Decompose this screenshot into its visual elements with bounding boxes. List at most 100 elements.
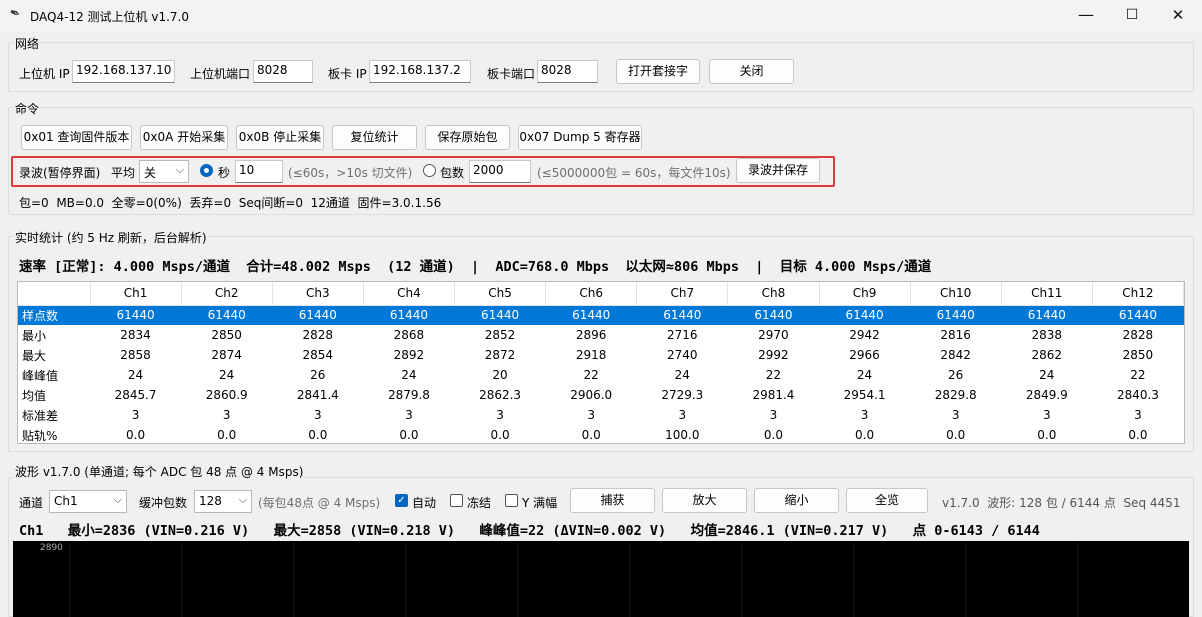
buffer-select[interactable]: 128 ⌵ bbox=[194, 490, 252, 513]
table-cell: 3 bbox=[222, 408, 231, 422]
table-row[interactable]: 最小 2834 2850 2828 2868 2852 2896 2716 2970 2942 28… bbox=[18, 325, 1184, 345]
table-cell: 2879.8 bbox=[387, 388, 430, 402]
table-cell: 20 bbox=[492, 368, 508, 382]
table-cell: 0.0 bbox=[1037, 428, 1057, 442]
zoom-out-button[interactable]: 缩小 bbox=[754, 488, 839, 513]
maximize-button[interactable]: ☐ bbox=[1109, 0, 1155, 32]
feather-app-icon: ✒ bbox=[7, 5, 23, 23]
table-cell: 2852 bbox=[484, 328, 516, 342]
zoom-in-button[interactable]: 放大 bbox=[662, 488, 747, 513]
column-header[interactable]: Ch2 bbox=[181, 282, 273, 306]
start-acquisition-button[interactable]: 0x0A 开始采集 bbox=[140, 125, 228, 150]
table-cell: 2896 bbox=[575, 328, 607, 342]
table-cell: 24 bbox=[1039, 368, 1055, 382]
table-cell: 2981.4 bbox=[752, 388, 795, 402]
dump-registers-button[interactable]: 0x07 Dump 5 寄存器 bbox=[518, 125, 642, 150]
table-cell: 26 bbox=[948, 368, 964, 382]
table-cell: 2716 bbox=[667, 328, 698, 342]
table-cell: 0.0 bbox=[581, 428, 601, 442]
close-socket-button[interactable]: 关闭 bbox=[709, 59, 794, 84]
open-socket-button[interactable]: 打开套接字 bbox=[616, 59, 700, 84]
buffer-select-value: 128 bbox=[199, 494, 222, 508]
close-button[interactable]: ✕ bbox=[1155, 0, 1201, 32]
packets-label: 包数 bbox=[440, 166, 465, 180]
board-port-field[interactable]: 8028 bbox=[537, 60, 598, 83]
table-cell: 2970 bbox=[758, 328, 789, 342]
query-firmware-button[interactable]: 0x01 查询固件版本 bbox=[21, 125, 132, 150]
column-header[interactable]: Ch7 bbox=[636, 282, 729, 306]
table-cell: 3 bbox=[951, 408, 960, 422]
table-cell: 2874 bbox=[211, 348, 242, 362]
avg-select[interactable]: 关 ⌵ bbox=[139, 160, 189, 183]
stats-table[interactable]: Ch1 Ch2 Ch3 Ch4 Ch5 Ch6 Ch7 Ch8 Ch9 Ch10 Ch11 Ch12 … bbox=[17, 281, 1185, 444]
save-raw-packets-button[interactable]: 保存原始包 bbox=[425, 125, 510, 150]
network-group bbox=[8, 42, 1194, 92]
freeze-checkbox[interactable] bbox=[450, 494, 463, 507]
record-label: 录波(暂停界面) bbox=[19, 166, 101, 180]
reset-stats-button[interactable]: 复位统计 bbox=[332, 125, 417, 150]
table-cell: 61440 bbox=[1001, 305, 1093, 325]
column-header[interactable]: Ch12 bbox=[1092, 282, 1185, 306]
table-row[interactable]: 峰峰值 24 24 26 24 20 22 24 22 24 26 24 22 bbox=[18, 365, 1184, 385]
table-cell: 61440 bbox=[90, 305, 182, 325]
table-row[interactable]: 均值 2845.7 2860.9 2841.4 2879.8 2862.3 2906.0 27… bbox=[18, 385, 1184, 405]
table-row[interactable]: 贴轨% 0.0 0.0 0.0 0.0 0.0 0.0 100.0 0.0 0.0 0.0 0.0 0.… bbox=[18, 425, 1184, 445]
waveform-info: v1.7.0 波形: 128 包 / 6144 点 Seq 4451 bbox=[942, 496, 1181, 510]
host-port-label: 上位机端口 bbox=[190, 67, 251, 81]
table-cell: 3 bbox=[131, 408, 140, 422]
freeze-label: 冻结 bbox=[467, 496, 492, 510]
board-port-label: 板卡端口 bbox=[487, 67, 536, 81]
column-header[interactable]: Ch10 bbox=[910, 282, 1002, 306]
column-header[interactable]: Ch11 bbox=[1001, 282, 1093, 306]
packets-field[interactable]: 2000 bbox=[469, 160, 531, 183]
table-cell: 22 bbox=[1130, 368, 1146, 382]
column-header[interactable]: Ch9 bbox=[819, 282, 911, 306]
board-ip-field[interactable]: 192.168.137.2 bbox=[369, 60, 471, 83]
table-cell: 3 bbox=[1042, 408, 1051, 422]
table-row[interactable]: 最大 2858 2874 2854 2892 2872 2918 2740 2992 2966 28… bbox=[18, 345, 1184, 365]
column-header[interactable]: Ch1 bbox=[90, 282, 182, 306]
host-port-field[interactable]: 8028 bbox=[253, 60, 313, 83]
column-header[interactable]: Ch6 bbox=[545, 282, 638, 306]
minimize-button[interactable]: — bbox=[1063, 0, 1109, 32]
column-header[interactable]: Ch8 bbox=[727, 282, 820, 306]
table-cell: 2840.3 bbox=[1116, 388, 1159, 402]
row-label: 最大 bbox=[22, 348, 47, 363]
host-ip-field[interactable]: 192.168.137.10 bbox=[72, 60, 175, 83]
commands-group-label: 命令 bbox=[14, 100, 41, 117]
table-cell: 22 bbox=[583, 368, 599, 382]
table-row[interactable]: 样点数 61440 61440 61440 61440 61440 61440 61440 61… bbox=[18, 305, 1184, 325]
table-cell: 0.0 bbox=[946, 428, 966, 442]
seconds-field[interactable]: 10 bbox=[235, 160, 283, 183]
seconds-label: 秒 bbox=[218, 166, 231, 180]
column-header[interactable]: Ch5 bbox=[454, 282, 547, 306]
waveform-plot[interactable]: 2890 bbox=[13, 541, 1189, 617]
table-cell: 2850 bbox=[1122, 348, 1154, 362]
record-save-button[interactable]: 录波并保存 bbox=[736, 158, 820, 183]
table-row[interactable]: 标准差 3 3 3 3 3 3 3 3 3 3 3 3 bbox=[18, 405, 1184, 425]
table-cell: 2842 bbox=[940, 348, 971, 362]
packets-radio[interactable] bbox=[423, 164, 436, 177]
y-full-checkbox[interactable] bbox=[505, 494, 518, 507]
table-cell: 3 bbox=[405, 408, 413, 422]
column-header[interactable]: Ch4 bbox=[363, 282, 456, 306]
table-cell: 3 bbox=[587, 408, 595, 422]
table-cell: 22 bbox=[765, 368, 782, 382]
stop-acquisition-button[interactable]: 0x0B 停止采集 bbox=[236, 125, 324, 150]
column-header[interactable]: Ch3 bbox=[272, 282, 364, 306]
capture-button[interactable]: 捕获 bbox=[570, 488, 655, 513]
table-cell: 2992 bbox=[758, 348, 789, 362]
table-header-corner[interactable] bbox=[18, 282, 91, 306]
table-cell: 2740 bbox=[667, 348, 698, 362]
channel-select[interactable]: Ch1 ⌵ bbox=[49, 490, 127, 513]
table-cell: 0.0 bbox=[763, 428, 783, 442]
title-bar: ✒ DAQ4-12 测试上位机 v1.7.0 — ☐ ✕ bbox=[0, 0, 1202, 32]
row-label: 样点数 bbox=[18, 305, 90, 325]
avg-label: 平均 bbox=[111, 166, 136, 180]
auto-checkbox[interactable]: ✓ bbox=[395, 494, 408, 507]
network-group-label: 网络 bbox=[14, 35, 41, 52]
table-cell: 3 bbox=[769, 408, 778, 422]
table-cell: 3 bbox=[496, 408, 504, 422]
seconds-radio[interactable] bbox=[200, 164, 213, 177]
overview-button[interactable]: 全览 bbox=[846, 488, 928, 513]
